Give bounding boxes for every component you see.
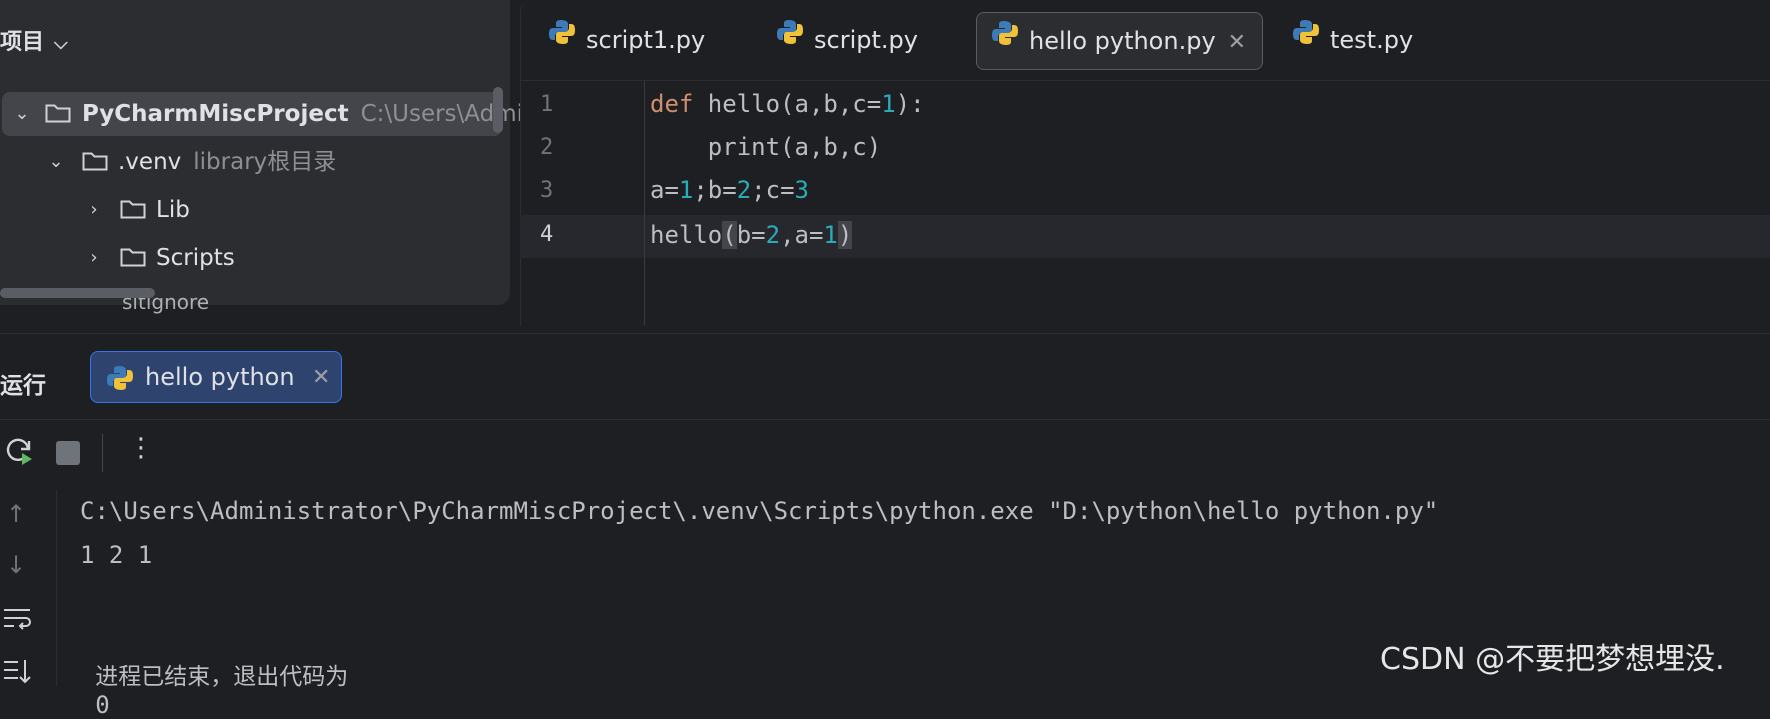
tab-hello-python[interactable]: hello python.py ✕ <box>976 11 1264 70</box>
tree-item-label: .venv <box>118 149 182 175</box>
tree-item-hint: library根目录 <box>193 149 337 175</box>
code-token: print(a,b,c) <box>650 133 882 161</box>
project-header[interactable]: 项目 ⌵ <box>0 24 68 56</box>
tab-label: hello python.py <box>1029 27 1216 55</box>
toolbar-divider <box>102 434 103 472</box>
code-token: 2 <box>765 221 781 249</box>
tree-item-project-root[interactable]: ⌄ PyCharmMiscProject C:\Users\Admi <box>2 92 523 136</box>
line-number: 4 <box>540 222 554 247</box>
python-file-icon <box>776 10 804 66</box>
code-line[interactable]: hello(b=2,a=1) <box>650 214 853 257</box>
python-file-icon <box>548 10 576 66</box>
folder-icon <box>120 199 146 219</box>
more-options-icon[interactable]: ⋮ <box>128 433 154 463</box>
horizontal-scrollbar[interactable] <box>0 288 155 298</box>
code-token: hello(a,b,c= <box>693 90 882 118</box>
arrow-up-icon[interactable]: ↑ <box>6 500 26 528</box>
code-token: 2 <box>736 176 752 204</box>
scroll-to-end-icon[interactable] <box>2 658 32 690</box>
code-token: ;c= <box>751 176 795 204</box>
code-token: ) <box>837 221 853 249</box>
soft-wrap-icon[interactable] <box>2 606 32 636</box>
tree-item-lib[interactable]: › Lib <box>0 188 510 232</box>
stop-icon[interactable] <box>56 441 80 465</box>
code-line[interactable]: a=1;b=2;c=3 <box>650 169 809 212</box>
console-command: C:\Users\Administrator\PyCharmMiscProjec… <box>80 497 1439 525</box>
tab-label: script.py <box>814 26 918 54</box>
code-token: ,a= <box>780 221 824 249</box>
tree-item-label: Lib <box>156 197 190 223</box>
code-line[interactable]: print(a,b,c) <box>650 126 881 169</box>
line-number: 3 <box>540 178 554 203</box>
tree-item-label: PyCharmMiscProject <box>82 101 349 127</box>
chevron-right-icon[interactable]: › <box>82 236 106 280</box>
close-icon[interactable]: ✕ <box>312 365 330 390</box>
folder-icon <box>120 247 146 267</box>
code-token: 3 <box>794 176 809 204</box>
project-title: 项目 <box>0 30 45 55</box>
python-file-icon <box>1292 10 1320 66</box>
code-token: hello <box>650 221 723 249</box>
code-token: b= <box>736 221 766 249</box>
folder-icon <box>45 103 71 123</box>
console-exit-line: 进程已结束，退出代码为 0 <box>80 629 348 719</box>
tree-item-scripts[interactable]: › Scripts <box>0 236 510 280</box>
chevron-down-icon[interactable]: ⌄ <box>44 140 68 184</box>
tab-script1[interactable]: script1.py <box>534 12 721 68</box>
chevron-right-icon[interactable]: › <box>82 188 106 232</box>
rerun-icon[interactable] <box>4 436 34 470</box>
code-token: ): <box>895 90 925 118</box>
exit-message: 进程已结束，退出代码为 <box>95 664 349 690</box>
code-token: ( <box>722 221 737 249</box>
tab-test[interactable]: test.py <box>1278 12 1429 68</box>
watermark: CSDN @不要把梦想埋没. <box>1380 642 1725 677</box>
code-token: 1 <box>678 176 694 204</box>
close-icon[interactable]: ✕ <box>1228 30 1246 55</box>
code-token: 1 <box>823 221 838 249</box>
tree-item-venv[interactable]: ⌄ .venv library根目录 <box>0 140 510 184</box>
run-tab-label: hello python <box>145 363 295 391</box>
folder-icon <box>82 151 108 171</box>
tab-script[interactable]: script.py <box>762 12 934 68</box>
python-file-icon <box>991 11 1019 67</box>
line-number: 2 <box>540 135 554 160</box>
tab-label: script1.py <box>586 26 706 54</box>
gutter-divider <box>644 81 645 326</box>
code-token: a= <box>650 176 679 204</box>
run-panel-title: 运行 <box>0 373 46 399</box>
exit-code: 0 <box>95 691 110 719</box>
code-token: 1 <box>881 90 896 118</box>
tree-item-label: Scripts <box>156 245 235 271</box>
tab-label: test.py <box>1330 26 1414 54</box>
chevron-down-icon[interactable]: ⌄ <box>10 92 34 136</box>
line-number: 1 <box>540 92 554 117</box>
run-panel-divider <box>0 419 1770 420</box>
console-output: 1 2 1 <box>80 541 153 569</box>
chevron-down-icon: ⌵ <box>54 33 68 54</box>
code-token: def <box>650 90 694 118</box>
python-file-icon <box>106 364 134 396</box>
code-line[interactable]: def hello(a,b,c=1): <box>650 83 925 126</box>
code-token: ;b= <box>693 176 737 204</box>
vertical-scrollbar[interactable] <box>493 87 503 133</box>
arrow-down-icon[interactable]: ↓ <box>6 551 26 579</box>
